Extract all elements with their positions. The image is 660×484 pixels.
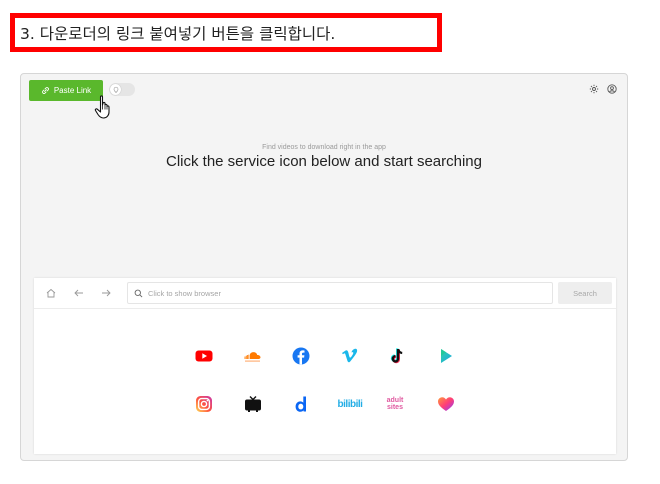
dailymotion-icon[interactable] xyxy=(289,392,313,416)
url-placeholder: Click to show browser xyxy=(148,288,221,298)
vimeo-icon[interactable] xyxy=(338,344,362,368)
home-icon[interactable] xyxy=(45,287,57,299)
step-banner-inner: 3. 다운로더의 링크 붙여넣기 버튼을 클릭합니다. xyxy=(15,18,437,47)
search-icon xyxy=(134,289,143,297)
likee-heart-icon[interactable] xyxy=(434,392,458,416)
youtube-icon[interactable] xyxy=(192,344,216,368)
bilibili-logo-text: bilibili xyxy=(337,398,363,410)
adult-sites-icon[interactable]: adult sites xyxy=(383,392,407,416)
forward-arrow-icon[interactable] xyxy=(100,287,112,299)
browser-url-input[interactable]: Click to show browser xyxy=(127,282,553,304)
hand-pointer-icon xyxy=(94,95,110,119)
step-banner: 3. 다운로더의 링크 붙여넣기 버튼을 클릭합니다. xyxy=(10,13,442,52)
adult-sites-line1: adult xyxy=(386,397,404,404)
instagram-icon[interactable] xyxy=(192,392,216,416)
adult-sites-line2: sites xyxy=(387,404,403,411)
tv-icon[interactable] xyxy=(241,392,265,416)
soundcloud-icon[interactable] xyxy=(241,344,265,368)
top-right-icons xyxy=(589,84,617,94)
app-window: Paste Link Find videos to download right… xyxy=(20,73,628,461)
browser-toolbar: Click to show browser Search xyxy=(34,278,616,309)
facebook-icon[interactable] xyxy=(289,344,313,368)
back-arrow-icon[interactable] xyxy=(73,287,85,299)
hero-subtitle: Find videos to download right in the app xyxy=(262,144,386,151)
paste-link-button[interactable]: Paste Link xyxy=(29,80,103,101)
link-icon xyxy=(41,87,49,94)
bilibili-icon[interactable]: bilibili xyxy=(334,392,366,416)
paste-link-label: Paste Link xyxy=(53,86,92,95)
likee-play-icon[interactable] xyxy=(434,344,458,368)
step-instruction: 3. 다운로더의 링크 붙여넣기 버튼을 클릭합니다. xyxy=(20,24,336,43)
gear-icon[interactable] xyxy=(589,84,599,94)
hero-title: Click the service icon below and start s… xyxy=(166,153,482,170)
search-button[interactable]: Search xyxy=(558,282,612,304)
in-app-browser: Click to show browser Search bilibili ad… xyxy=(34,278,616,454)
tiktok-icon[interactable] xyxy=(385,344,409,368)
account-icon[interactable] xyxy=(607,84,617,94)
